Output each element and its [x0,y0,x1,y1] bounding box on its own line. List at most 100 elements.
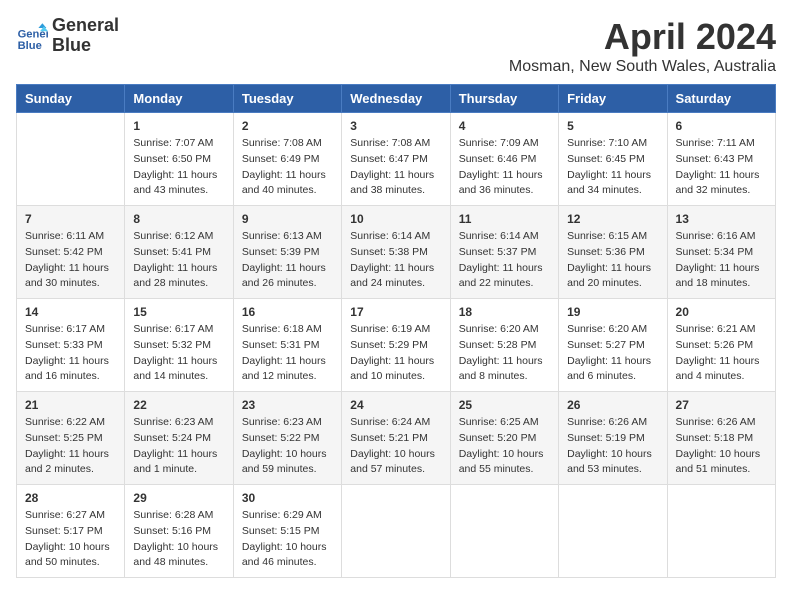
day-number: 17 [350,305,441,319]
calendar-cell: 6 Sunrise: 7:11 AMSunset: 6:43 PMDaylight… [667,113,775,206]
day-number: 12 [567,212,658,226]
day-content: Sunrise: 7:07 AMSunset: 6:50 PMDaylight:… [133,136,224,199]
day-content: Sunrise: 6:19 AMSunset: 5:29 PMDaylight:… [350,322,441,385]
calendar-cell: 26 Sunrise: 6:26 AMSunset: 5:19 PMDayligh… [559,392,667,485]
day-number: 29 [133,491,224,505]
day-content: Sunrise: 6:26 AMSunset: 5:19 PMDaylight:… [567,415,658,478]
day-number: 11 [459,212,550,226]
calendar-cell: 23Sunrise: 6:23 AMSunset: 5:22 PMDayligh… [233,392,341,485]
day-content: Sunrise: 6:27 AMSunset: 5:17 PMDaylight:… [25,508,116,571]
day-content: Sunrise: 7:11 AMSunset: 6:43 PMDaylight:… [676,136,767,199]
calendar-cell: 3Sunrise: 7:08 AMSunset: 6:47 PMDaylight… [342,113,450,206]
calendar-week-row: 7Sunrise: 6:11 AMSunset: 5:42 PMDaylight… [17,206,776,299]
calendar-cell: 4 Sunrise: 7:09 AMSunset: 6:46 PMDaylight… [450,113,558,206]
day-content: Sunrise: 6:20 AMSunset: 5:28 PMDaylight:… [459,322,550,385]
day-number: 19 [567,305,658,319]
calendar-cell: 21Sunrise: 6:22 AMSunset: 5:25 PMDayligh… [17,392,125,485]
calendar-cell: 20Sunrise: 6:21 AMSunset: 5:26 PMDayligh… [667,299,775,392]
day-number: 5 [567,119,658,133]
day-number: 26 [567,398,658,412]
weekday-header-cell: Sunday [17,85,125,113]
calendar-cell: 10 Sunrise: 6:14 AMSunset: 5:38 PMDayligh… [342,206,450,299]
day-content: Sunrise: 6:24 AMSunset: 5:21 PMDaylight:… [350,415,441,478]
day-number: 21 [25,398,116,412]
day-content: Sunrise: 6:20 AMSunset: 5:27 PMDaylight:… [567,322,658,385]
calendar-cell [17,113,125,206]
day-number: 22 [133,398,224,412]
day-number: 27 [676,398,767,412]
calendar-cell: 19 Sunrise: 6:20 AMSunset: 5:27 PMDayligh… [559,299,667,392]
title-block: April 2024 Mosman, New South Wales, Aust… [509,16,776,76]
day-content: Sunrise: 7:09 AMSunset: 6:46 PMDaylight:… [459,136,550,199]
day-number: 30 [242,491,333,505]
calendar-cell: 18 Sunrise: 6:20 AMSunset: 5:28 PMDayligh… [450,299,558,392]
day-content: Sunrise: 7:08 AMSunset: 6:47 PMDaylight:… [350,136,441,199]
calendar-cell: 29Sunrise: 6:28 AMSunset: 5:16 PMDayligh… [125,485,233,578]
logo-text: General Blue [52,16,119,56]
calendar-cell: 24 Sunrise: 6:24 AMSunset: 5:21 PMDayligh… [342,392,450,485]
weekday-header-cell: Friday [559,85,667,113]
day-number: 16 [242,305,333,319]
weekday-header-row: SundayMondayTuesdayWednesdayThursdayFrid… [17,85,776,113]
calendar-cell: 14 Sunrise: 6:17 AMSunset: 5:33 PMDayligh… [17,299,125,392]
calendar-cell: 12 Sunrise: 6:15 AMSunset: 5:36 PMDayligh… [559,206,667,299]
day-content: Sunrise: 6:29 AMSunset: 5:15 PMDaylight:… [242,508,333,571]
day-content: Sunrise: 6:18 AMSunset: 5:31 PMDaylight:… [242,322,333,385]
weekday-header-cell: Saturday [667,85,775,113]
calendar-cell: 5 Sunrise: 7:10 AMSunset: 6:45 PMDaylight… [559,113,667,206]
calendar-body: 1 Sunrise: 7:07 AMSunset: 6:50 PMDaylight… [17,113,776,578]
day-number: 7 [25,212,116,226]
day-content: Sunrise: 6:26 AMSunset: 5:18 PMDaylight:… [676,415,767,478]
calendar-cell [667,485,775,578]
day-content: Sunrise: 6:14 AMSunset: 5:38 PMDaylight:… [350,229,441,292]
calendar-week-row: 28 Sunrise: 6:27 AMSunset: 5:17 PMDayligh… [17,485,776,578]
location: Mosman, New South Wales, Australia [509,58,776,76]
calendar-cell: 11 Sunrise: 6:14 AMSunset: 5:37 PMDayligh… [450,206,558,299]
calendar-cell: 22 Sunrise: 6:23 AMSunset: 5:24 PMDayligh… [125,392,233,485]
logo: General Blue General Blue [16,16,119,56]
day-number: 28 [25,491,116,505]
day-content: Sunrise: 7:10 AMSunset: 6:45 PMDaylight:… [567,136,658,199]
weekday-header-cell: Tuesday [233,85,341,113]
day-number: 6 [676,119,767,133]
calendar-cell: 2Sunrise: 7:08 AMSunset: 6:49 PMDaylight… [233,113,341,206]
day-content: Sunrise: 6:17 AMSunset: 5:33 PMDaylight:… [25,322,116,385]
calendar-cell: 16 Sunrise: 6:18 AMSunset: 5:31 PMDayligh… [233,299,341,392]
calendar-table: SundayMondayTuesdayWednesdayThursdayFrid… [16,84,776,578]
calendar-week-row: 14 Sunrise: 6:17 AMSunset: 5:33 PMDayligh… [17,299,776,392]
day-content: Sunrise: 6:14 AMSunset: 5:37 PMDaylight:… [459,229,550,292]
day-content: Sunrise: 6:23 AMSunset: 5:24 PMDaylight:… [133,415,224,478]
day-number: 15 [133,305,224,319]
day-content: Sunrise: 6:16 AMSunset: 5:34 PMDaylight:… [676,229,767,292]
calendar-cell [342,485,450,578]
page-header: General Blue General Blue April 2024 Mos… [16,16,776,76]
calendar-cell: 7Sunrise: 6:11 AMSunset: 5:42 PMDaylight… [17,206,125,299]
calendar-cell: 9Sunrise: 6:13 AMSunset: 5:39 PMDaylight… [233,206,341,299]
day-number: 1 [133,119,224,133]
calendar-cell: 27 Sunrise: 6:26 AMSunset: 5:18 PMDayligh… [667,392,775,485]
day-number: 24 [350,398,441,412]
calendar-week-row: 1 Sunrise: 7:07 AMSunset: 6:50 PMDaylight… [17,113,776,206]
day-number: 18 [459,305,550,319]
day-number: 2 [242,119,333,133]
day-content: Sunrise: 6:17 AMSunset: 5:32 PMDaylight:… [133,322,224,385]
calendar-cell [559,485,667,578]
calendar-cell: 17 Sunrise: 6:19 AMSunset: 5:29 PMDayligh… [342,299,450,392]
logo-icon: General Blue [16,20,48,52]
day-number: 14 [25,305,116,319]
calendar-cell: 25 Sunrise: 6:25 AMSunset: 5:20 PMDayligh… [450,392,558,485]
day-number: 13 [676,212,767,226]
weekday-header-cell: Thursday [450,85,558,113]
weekday-header-cell: Wednesday [342,85,450,113]
day-content: Sunrise: 6:15 AMSunset: 5:36 PMDaylight:… [567,229,658,292]
calendar-cell: 8Sunrise: 6:12 AMSunset: 5:41 PMDaylight… [125,206,233,299]
calendar-week-row: 21Sunrise: 6:22 AMSunset: 5:25 PMDayligh… [17,392,776,485]
day-number: 4 [459,119,550,133]
calendar-cell: 1 Sunrise: 7:07 AMSunset: 6:50 PMDaylight… [125,113,233,206]
calendar-cell: 30 Sunrise: 6:29 AMSunset: 5:15 PMDayligh… [233,485,341,578]
day-number: 9 [242,212,333,226]
day-number: 10 [350,212,441,226]
weekday-header-cell: Monday [125,85,233,113]
day-number: 25 [459,398,550,412]
day-content: Sunrise: 6:25 AMSunset: 5:20 PMDaylight:… [459,415,550,478]
